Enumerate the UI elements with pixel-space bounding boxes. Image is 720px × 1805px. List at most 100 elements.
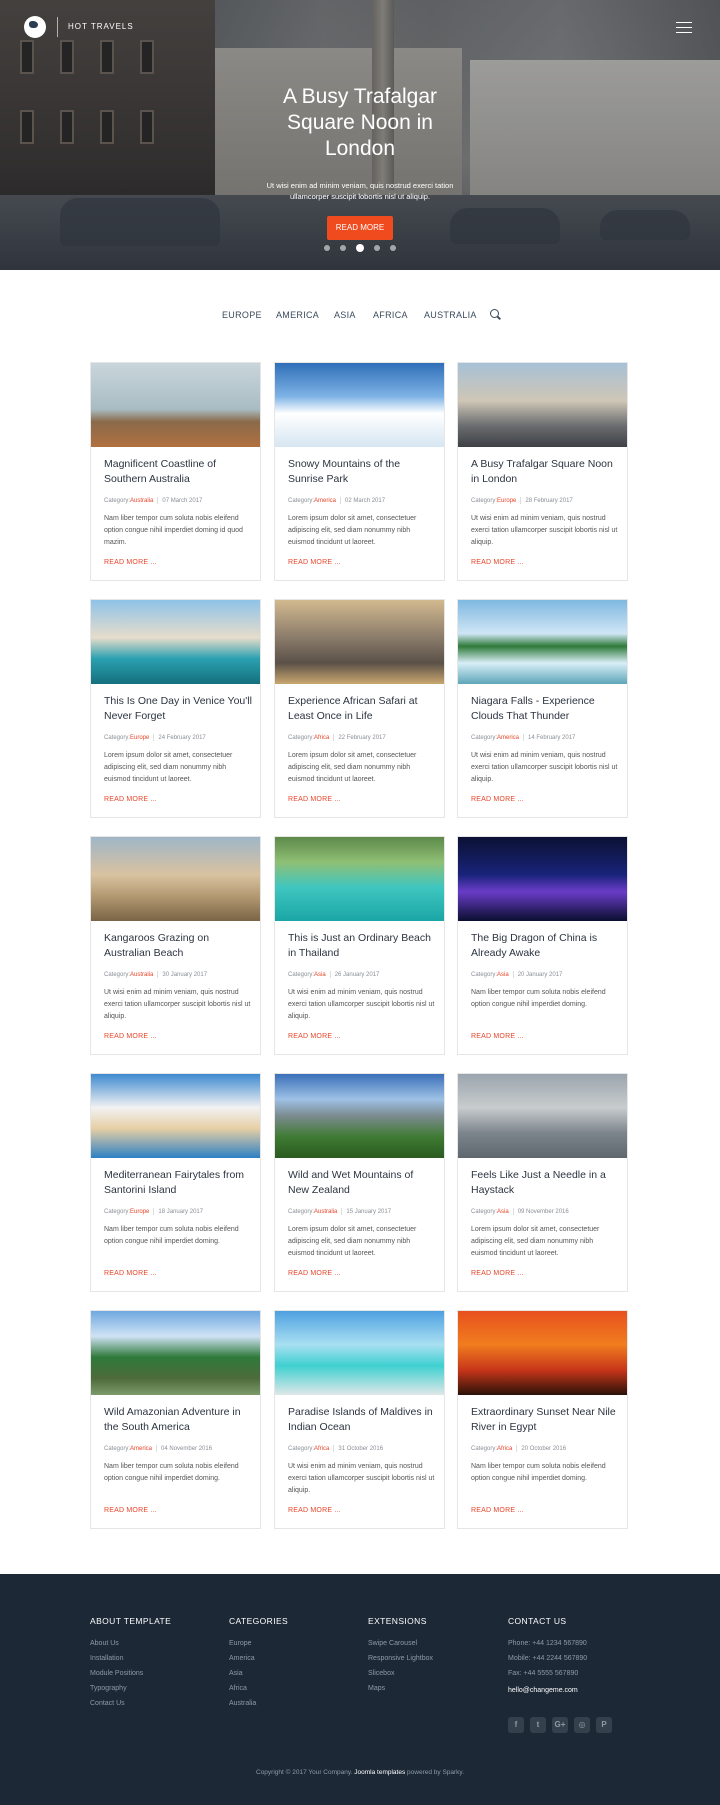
- read-more-link[interactable]: READ MORE ...: [471, 1270, 524, 1277]
- footer-link[interactable]: Asia: [229, 1670, 369, 1678]
- read-more-link[interactable]: READ MORE ...: [104, 1033, 157, 1040]
- category-link[interactable]: Europe: [130, 735, 149, 741]
- read-more-link[interactable]: READ MORE ...: [104, 1270, 157, 1277]
- slider-dot-active[interactable]: [356, 244, 364, 252]
- article-card[interactable]: Experience African Safari at Least Once …: [274, 599, 445, 818]
- instagram-icon[interactable]: ◎: [574, 1717, 590, 1733]
- article-thumbnail[interactable]: [275, 1074, 444, 1158]
- footer-link[interactable]: Australia: [229, 1700, 369, 1708]
- article-thumbnail[interactable]: [275, 1311, 444, 1395]
- category-link[interactable]: Europe: [130, 1209, 149, 1215]
- read-more-link[interactable]: READ MORE ...: [104, 796, 157, 803]
- read-more-link[interactable]: READ MORE ...: [288, 796, 341, 803]
- read-more-link[interactable]: READ MORE ...: [104, 1507, 157, 1514]
- copyright-link[interactable]: Joomla templates: [354, 1769, 405, 1776]
- article-thumbnail[interactable]: [458, 837, 627, 921]
- globe-logo-icon[interactable]: [24, 16, 46, 38]
- article-title[interactable]: Feels Like Just a Needle in a Haystack: [471, 1168, 619, 1198]
- category-link[interactable]: Asia: [497, 1209, 509, 1215]
- brand-name[interactable]: HOT TRAVELS: [68, 22, 134, 31]
- article-thumbnail[interactable]: [275, 363, 444, 447]
- article-title[interactable]: A Busy Trafalgar Square Noon in London: [471, 457, 619, 487]
- footer-link[interactable]: Maps: [368, 1685, 508, 1693]
- slider-dot[interactable]: [374, 245, 380, 251]
- category-link[interactable]: Africa: [314, 1446, 329, 1452]
- category-link[interactable]: Australia: [314, 1209, 337, 1215]
- footer-link[interactable]: America: [229, 1655, 369, 1663]
- article-card[interactable]: Magnificent Coastline of Southern Austra…: [90, 362, 261, 581]
- category-link[interactable]: America: [314, 498, 336, 504]
- article-card[interactable]: A Busy Trafalgar Square Noon in London Ca…: [457, 362, 628, 581]
- article-thumbnail[interactable]: [275, 600, 444, 684]
- article-card[interactable]: Snowy Mountains of the Sunrise Park Categ…: [274, 362, 445, 581]
- footer-link[interactable]: Responsive Lightbox: [368, 1655, 508, 1663]
- category-link[interactable]: Australia: [130, 498, 153, 504]
- article-title[interactable]: Experience African Safari at Least Once …: [288, 694, 436, 724]
- category-link[interactable]: Europe: [497, 498, 516, 504]
- article-title[interactable]: Wild and Wet Mountains of New Zealand: [288, 1168, 436, 1198]
- article-title[interactable]: Magnificent Coastline of Southern Austra…: [104, 457, 252, 487]
- category-link[interactable]: America: [130, 1446, 152, 1452]
- slider-dot[interactable]: [340, 245, 346, 251]
- article-thumbnail[interactable]: [91, 837, 260, 921]
- article-card[interactable]: Mediterranean Fairytales from Santorini …: [90, 1073, 261, 1292]
- nav-item-europe[interactable]: EUROPE: [222, 310, 262, 320]
- footer-link[interactable]: Module Positions: [90, 1670, 230, 1678]
- article-thumbnail[interactable]: [458, 600, 627, 684]
- article-card[interactable]: Feels Like Just a Needle in a Haystack Ca…: [457, 1073, 628, 1292]
- category-link[interactable]: Australia: [130, 972, 153, 978]
- category-link[interactable]: Africa: [314, 735, 329, 741]
- article-card[interactable]: Kangaroos Grazing on Australian Beach Cat…: [90, 836, 261, 1055]
- nav-item-australia[interactable]: AUSTRALIA: [424, 310, 477, 320]
- article-card[interactable]: Wild and Wet Mountains of New Zealand Cat…: [274, 1073, 445, 1292]
- article-card[interactable]: This is Just an Ordinary Beach in Thaila…: [274, 836, 445, 1055]
- contact-email[interactable]: hello@changeme.com: [508, 1687, 648, 1694]
- article-thumbnail[interactable]: [91, 600, 260, 684]
- footer-link[interactable]: Slicebox: [368, 1670, 508, 1678]
- article-card[interactable]: The Big Dragon of China is Already Awake…: [457, 836, 628, 1055]
- article-card[interactable]: This Is One Day in Venice You'll Never F…: [90, 599, 261, 818]
- footer-link[interactable]: About Us: [90, 1640, 230, 1648]
- article-thumbnail[interactable]: [91, 363, 260, 447]
- article-thumbnail[interactable]: [458, 1311, 627, 1395]
- article-title[interactable]: Mediterranean Fairytales from Santorini …: [104, 1168, 252, 1198]
- category-link[interactable]: Asia: [497, 972, 509, 978]
- category-link[interactable]: America: [497, 735, 519, 741]
- article-card[interactable]: Extraordinary Sunset Near Nile River in …: [457, 1310, 628, 1529]
- google-plus-icon[interactable]: G+: [552, 1717, 568, 1733]
- article-thumbnail[interactable]: [458, 363, 627, 447]
- article-thumbnail[interactable]: [91, 1311, 260, 1395]
- article-thumbnail[interactable]: [275, 837, 444, 921]
- article-card[interactable]: Wild Amazonian Adventure in the South Am…: [90, 1310, 261, 1529]
- category-link[interactable]: Asia: [314, 972, 326, 978]
- read-more-link[interactable]: READ MORE ...: [288, 1507, 341, 1514]
- read-more-link[interactable]: READ MORE ...: [471, 1507, 524, 1514]
- search-icon[interactable]: [490, 309, 499, 318]
- footer-link[interactable]: Contact Us: [90, 1700, 230, 1708]
- read-more-link[interactable]: READ MORE ...: [471, 796, 524, 803]
- footer-link[interactable]: Swipe Carousel: [368, 1640, 508, 1648]
- slider-dot[interactable]: [390, 245, 396, 251]
- read-more-link[interactable]: READ MORE ...: [471, 1033, 524, 1040]
- twitter-icon[interactable]: t: [530, 1717, 546, 1733]
- article-thumbnail[interactable]: [91, 1074, 260, 1158]
- article-card[interactable]: Paradise Islands of Maldives in Indian O…: [274, 1310, 445, 1529]
- category-link[interactable]: Africa: [497, 1446, 512, 1452]
- facebook-icon[interactable]: f: [508, 1717, 524, 1733]
- article-title[interactable]: Extraordinary Sunset Near Nile River in …: [471, 1405, 619, 1435]
- article-title[interactable]: The Big Dragon of China is Already Awake: [471, 931, 619, 961]
- read-more-link[interactable]: READ MORE ...: [288, 559, 341, 566]
- footer-link[interactable]: Europe: [229, 1640, 369, 1648]
- hero-read-more-button[interactable]: READ MORE: [327, 216, 393, 240]
- footer-link[interactable]: Installation: [90, 1655, 230, 1663]
- article-thumbnail[interactable]: [458, 1074, 627, 1158]
- slider-dot[interactable]: [324, 245, 330, 251]
- pinterest-icon[interactable]: P: [596, 1717, 612, 1733]
- article-title[interactable]: Kangaroos Grazing on Australian Beach: [104, 931, 252, 961]
- article-title[interactable]: This Is One Day in Venice You'll Never F…: [104, 694, 252, 724]
- article-title[interactable]: This is Just an Ordinary Beach in Thaila…: [288, 931, 436, 961]
- article-title[interactable]: Niagara Falls - Experience Clouds That T…: [471, 694, 619, 724]
- nav-item-africa[interactable]: AFRICA: [373, 310, 408, 320]
- read-more-link[interactable]: READ MORE ...: [104, 559, 157, 566]
- article-title[interactable]: Paradise Islands of Maldives in Indian O…: [288, 1405, 436, 1435]
